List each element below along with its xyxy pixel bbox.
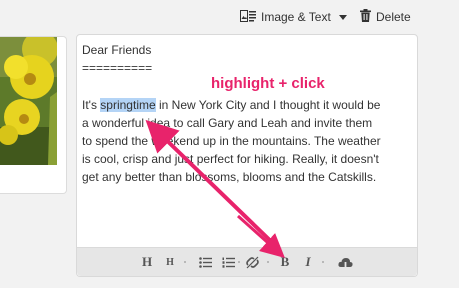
text-editor[interactable]: Dear Friends ========== It's springtime …: [76, 34, 418, 277]
numbered-list-icon: [222, 257, 235, 268]
image-card[interactable]: [0, 36, 67, 194]
heading-large-icon: H: [141, 254, 153, 269]
cloud-icon: [337, 258, 353, 268]
chevron-down-icon: [338, 14, 347, 20]
text-line: is cool, crisp and just perfect for hiki…: [82, 152, 379, 167]
italic-button[interactable]: I: [303, 253, 313, 271]
selected-word[interactable]: springtime: [100, 97, 156, 112]
text-line: Dear Friends: [82, 43, 152, 57]
toolbar-separator: [322, 261, 324, 263]
text-line: to spend the weekend up in the mountains…: [82, 134, 381, 149]
bold-button[interactable]: B: [279, 253, 291, 271]
editor-content[interactable]: Dear Friends ========== It's springtime …: [82, 41, 412, 187]
image-text-icon: [240, 9, 256, 25]
block-toolbar: Image & Text Delete: [0, 0, 459, 32]
delete-button[interactable]: Delete: [360, 9, 411, 25]
text-line: It's springtime in New York City and I t…: [82, 96, 412, 114]
heading-large-button[interactable]: H: [141, 253, 153, 271]
bullet-list-icon: [198, 256, 212, 268]
toolbar-separator: [184, 261, 186, 263]
toolbar-separator: [267, 261, 269, 263]
unlink-icon: [245, 256, 259, 268]
numbered-list-button[interactable]: [221, 253, 235, 271]
delete-label: Delete: [376, 10, 411, 24]
flower-image: [0, 37, 57, 165]
italic-icon: I: [305, 254, 311, 269]
block-type-dropdown[interactable]: Image & Text: [240, 9, 347, 25]
text-segment: It's: [82, 97, 101, 112]
trash-icon: [360, 9, 371, 25]
bullet-list-button[interactable]: [198, 253, 212, 271]
text-segment: in New York City and I thought it would …: [155, 97, 381, 112]
text-line: a wonderful idea to call Gary and Leah a…: [82, 115, 373, 130]
annotation-label: highlight + click: [211, 75, 325, 92]
heading-small-icon: H: [166, 256, 174, 268]
cloud-button[interactable]: [337, 253, 353, 271]
block-type-label: Image & Text: [261, 10, 331, 24]
text-line: get any better than blossoms, blooms and…: [82, 170, 377, 185]
format-toolbar: H H B I: [77, 247, 417, 276]
bold-icon: B: [280, 254, 290, 269]
unlink-button[interactable]: [245, 253, 259, 271]
heading-small-button[interactable]: H: [165, 253, 175, 271]
toolbar-separator: [238, 261, 240, 263]
